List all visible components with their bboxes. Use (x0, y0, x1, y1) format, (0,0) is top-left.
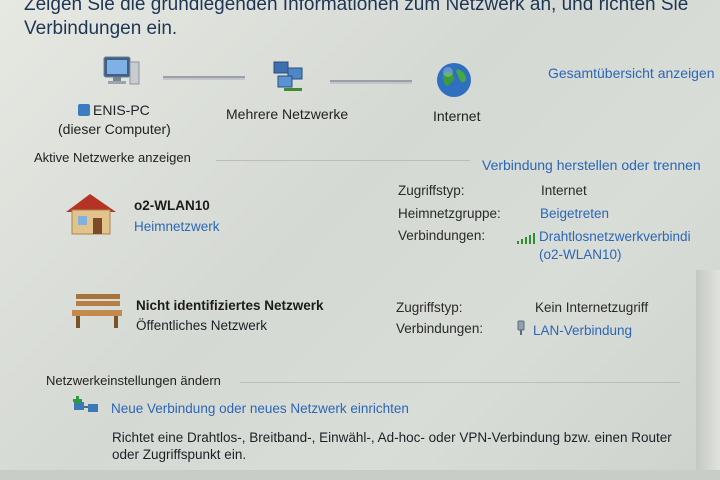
internet-label: Internet (433, 108, 481, 124)
network1-access-key: Zugriffstyp: (398, 183, 465, 198)
network2-name: Nicht identifiziertes Netzwerk (136, 298, 324, 313)
network1-access-value: Internet (541, 183, 587, 198)
page-heading: Zeigen Sie die grundlegenden Information… (24, 0, 688, 40)
park-bench-icon (68, 290, 126, 330)
heading-line-1: Zeigen Sie die grundlegenden Information… (24, 0, 689, 15)
multi-network-label: Mehrere Netzwerke (226, 106, 349, 122)
settings-title: Netzwerkeinstellungen ändern (46, 373, 221, 388)
network1-name: o2-WLAN10 (134, 198, 210, 213)
new-connection-description-1: Richtet eine Drahtlos-, Breitband-, Einw… (112, 430, 672, 445)
map-link-line-2 (330, 80, 412, 82)
right-edge-frame (696, 270, 720, 480)
bottom-edge (0, 470, 720, 480)
network1-connection-ssid[interactable]: (o2-WLAN10) (539, 247, 622, 262)
new-connection-link[interactable]: Neue Verbindung oder neues Netzwerk einr… (111, 401, 409, 416)
map-computer-label: ENIS-PC (78, 102, 150, 118)
network1-homegroup-key: Heimnetzgruppe: (398, 206, 501, 221)
network1-type-link[interactable]: Heimnetzwerk (134, 219, 220, 234)
new-connection-icon (70, 396, 102, 418)
network-center-window: Zeigen Sie die grundlegenden Information… (0, 0, 720, 480)
new-connection-description-2: oder Zugriffspunkt ein. (112, 447, 247, 462)
network1-homegroup-link[interactable]: Beigetreten (540, 206, 609, 221)
active-networks-divider (216, 160, 470, 161)
network2-type: Öffentliches Netzwerk (136, 318, 268, 333)
network2-access-value: Kein Internetzugriff (535, 300, 649, 315)
multiple-networks-icon[interactable] (270, 58, 310, 98)
network2-connections-key: Verbindungen: (396, 321, 484, 336)
computer-small-icon (78, 104, 90, 116)
map-link-line-1 (163, 76, 245, 78)
house-icon (60, 188, 122, 238)
computer-name: ENIS-PC (93, 102, 150, 118)
connect-disconnect-link[interactable]: Verbindung herstellen oder trennen (482, 157, 701, 173)
lan-plug-icon (516, 320, 526, 336)
active-networks-title: Aktive Netzwerke anzeigen (34, 150, 191, 165)
network1-connections-key: Verbindungen: (398, 228, 486, 243)
network2-access-key: Zugriffstyp: (396, 300, 463, 315)
network1-connection-link[interactable]: Drahtlosnetzwerkverbindi (539, 229, 691, 244)
network2-connection-link[interactable]: LAN-Verbindung (533, 323, 632, 338)
full-map-link[interactable]: Gesamtübersicht anzeigen (548, 65, 715, 81)
settings-divider (240, 382, 680, 383)
heading-line-2: Verbindungen ein. (24, 18, 178, 39)
globe-icon[interactable] (434, 60, 474, 100)
computer-icon[interactable] (98, 54, 142, 94)
computer-sublabel: (dieser Computer) (58, 121, 171, 137)
wifi-signal-icon (516, 231, 536, 244)
